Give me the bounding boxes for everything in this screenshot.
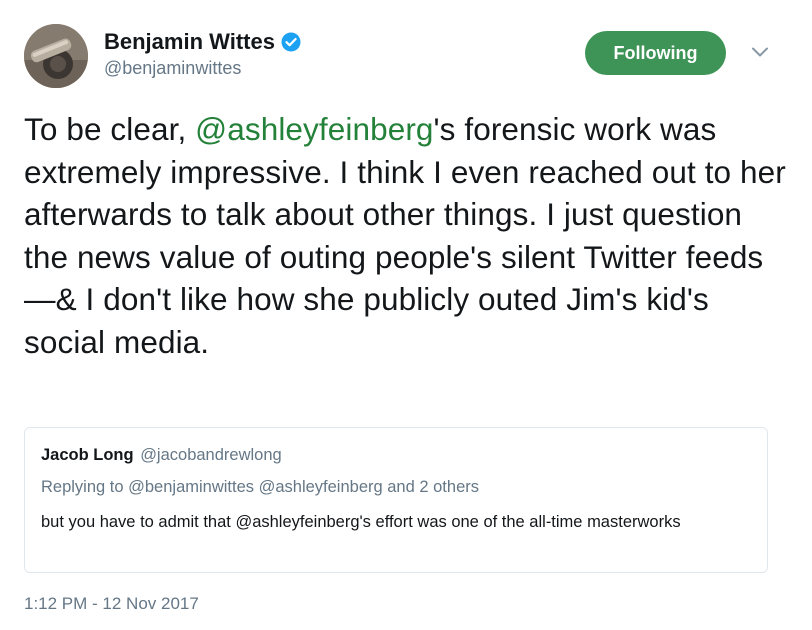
following-button[interactable]: Following [585, 31, 726, 75]
quoted-author: Jacob Long @jacobandrewlong [41, 446, 282, 465]
author-name[interactable]: Benjamin Wittes [104, 29, 301, 55]
quoted-text: but you have to admit that @ashleyfeinbe… [41, 513, 681, 531]
mention-link[interactable]: @ashleyfeinberg [195, 111, 433, 147]
quoted-tweet[interactable]: Jacob Long @jacobandrewlong Replying to … [24, 427, 768, 573]
timestamp[interactable]: 1:12 PM - 12 Nov 2017 [24, 594, 199, 614]
replying-to: Replying to @benjaminwittes @ashleyfeinb… [41, 478, 479, 496]
chevron-down-icon[interactable] [748, 40, 772, 64]
verified-badge-icon [281, 32, 301, 52]
tweet-text-rest: 's forensic work was extremely impressiv… [24, 111, 786, 360]
author-handle[interactable]: @benjaminwittes [104, 58, 241, 79]
avatar[interactable] [24, 24, 88, 88]
avatar-image [24, 24, 88, 88]
author-name-text: Benjamin Wittes [104, 29, 275, 54]
quoted-author-handle: @jacobandrewlong [140, 446, 282, 464]
tweet-text-start: To be clear, [24, 111, 196, 147]
tweet-text: To be clear, @ashleyfeinberg's forensic … [24, 108, 794, 363]
quoted-author-name: Jacob Long [41, 446, 134, 464]
